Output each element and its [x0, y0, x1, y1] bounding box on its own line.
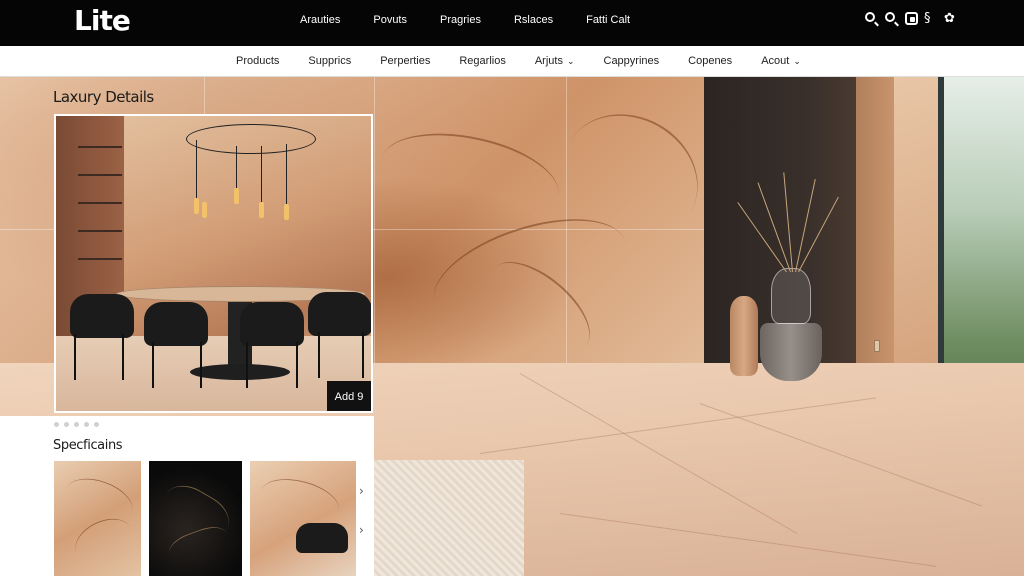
- top-nav-item[interactable]: Rslaces: [514, 14, 553, 26]
- beige-marble-thumb[interactable]: [54, 461, 141, 576]
- main-product-image[interactable]: Add 9: [54, 114, 373, 413]
- top-icons: § ✿: [865, 12, 958, 26]
- product-panel: Laxury Details Add 9 Specficains › ›: [0, 77, 374, 576]
- chair: [70, 294, 134, 338]
- top-nav-item[interactable]: Arauties: [300, 14, 340, 26]
- sub-nav-copenes[interactable]: Copenes: [688, 55, 732, 67]
- add-badge[interactable]: Add 9: [327, 381, 371, 411]
- room-marble-thumb[interactable]: [250, 461, 356, 576]
- chair: [296, 523, 348, 553]
- sub-nav-regarlios[interactable]: Regarlios: [459, 55, 505, 67]
- black-marble-thumb[interactable]: [149, 461, 242, 576]
- pager-dot[interactable]: [54, 422, 59, 427]
- brand-logo[interactable]: Lite: [74, 4, 131, 37]
- top-nav-item[interactable]: Fatti Calt: [586, 14, 630, 26]
- pager-dot[interactable]: [64, 422, 69, 427]
- image-pager-dots: [54, 422, 99, 427]
- wishlist-icon[interactable]: §: [924, 12, 938, 26]
- specifications-title: Specficains: [53, 438, 123, 453]
- top-nav-item[interactable]: Pragries: [440, 14, 481, 26]
- chevron-right-icon[interactable]: ›: [359, 484, 364, 498]
- top-nav-item[interactable]: Povuts: [373, 14, 407, 26]
- cart-icon[interactable]: ✿: [944, 12, 958, 26]
- pager-dot[interactable]: [74, 422, 79, 427]
- share-icon[interactable]: [905, 12, 918, 25]
- chevron-down-icon: ⌄: [566, 56, 575, 66]
- chevron-down-icon: ⌄: [793, 56, 801, 66]
- sub-nav-arjuts[interactable]: Arjuts ⌄: [535, 55, 575, 67]
- top-bar: Lite Arauties Povuts Pragries Rslaces Fa…: [0, 0, 1024, 46]
- sub-nav-cappyrines[interactable]: Cappyrines: [604, 55, 660, 67]
- pager-dot[interactable]: [84, 422, 89, 427]
- chair: [144, 302, 208, 346]
- sub-nav-label: Acout: [761, 55, 790, 67]
- chandelier: [186, 124, 316, 154]
- sub-nav: Products Supprics Perperties Regarlios A…: [0, 46, 1024, 77]
- chair: [240, 302, 304, 346]
- page-title: Laxury Details: [53, 88, 154, 106]
- planter: [760, 323, 822, 381]
- pager-dot[interactable]: [94, 422, 99, 427]
- chair: [308, 292, 371, 336]
- window: [938, 77, 1024, 407]
- search-icon[interactable]: [865, 12, 879, 26]
- sub-nav-products[interactable]: Products: [236, 55, 279, 67]
- glass-vase: [771, 268, 811, 324]
- top-nav: Arauties Povuts Pragries Rslaces Fatti C…: [300, 14, 663, 26]
- chevron-right-icon[interactable]: ›: [359, 523, 364, 537]
- search-icon[interactable]: [885, 12, 899, 26]
- sub-nav-label: Arjuts: [534, 55, 563, 67]
- sub-nav-acout[interactable]: Acout ⌄: [761, 55, 801, 67]
- vase: [730, 296, 758, 376]
- sub-nav-perperties[interactable]: Perperties: [380, 55, 430, 67]
- rug: [374, 460, 524, 576]
- sub-nav-supprics[interactable]: Supprics: [308, 55, 351, 67]
